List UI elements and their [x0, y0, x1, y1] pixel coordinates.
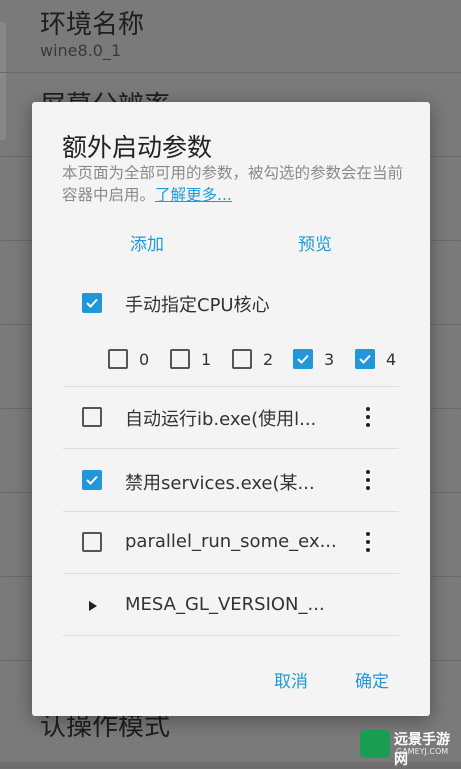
cpu-core-4-checkbox[interactable]	[355, 349, 375, 369]
cpu-core-4-label: 4	[386, 350, 397, 369]
mesa-gl-version-label[interactable]: MESA_GL_VERSION_...	[125, 594, 325, 615]
cpu-core-2-checkbox[interactable]	[232, 349, 252, 369]
cpu-core-3-label: 3	[324, 350, 335, 369]
extra-launch-params-dialog: 额外启动参数 本页面为全部可用的参数，被勾选的参数会在当前容器中启用。了解更多.…	[32, 102, 430, 716]
more-vert-icon[interactable]	[360, 405, 376, 429]
expand-arrow-icon[interactable]	[89, 601, 97, 611]
env-name-title: 环境名称	[40, 10, 145, 40]
more-vert-icon[interactable]	[360, 468, 376, 492]
option-disable-services-checkbox[interactable]	[82, 470, 102, 490]
watermark: 远景手游网 GAMEYJ.COM	[360, 727, 460, 768]
cpu-core-0-checkbox[interactable]	[108, 349, 128, 369]
more-vert-icon[interactable]	[360, 530, 376, 554]
learn-more-link[interactable]: 了解更多...	[155, 186, 232, 204]
divider	[63, 386, 399, 387]
option-disable-services-label: 禁用services.exe(某...	[125, 473, 315, 494]
cpu-core-0-label: 0	[139, 350, 150, 369]
divider	[63, 448, 399, 449]
watermark-url: GAMEYJ.COM	[396, 747, 449, 756]
cpu-core-1-label: 1	[201, 350, 212, 369]
cancel-button[interactable]: 取消	[274, 667, 308, 692]
dialog-title: 额外启动参数	[62, 133, 213, 162]
page-edge-handle	[0, 22, 6, 140]
cpu-core-3-checkbox[interactable]	[293, 349, 313, 369]
option-autorun-ib-checkbox[interactable]	[82, 407, 102, 427]
divider	[63, 511, 399, 512]
description-text: 本页面为全部可用的参数，被勾选的参数会在当前容器中启用。	[62, 164, 404, 204]
ok-button[interactable]: 确定	[355, 667, 389, 692]
add-button[interactable]: 添加	[130, 230, 164, 255]
divider	[63, 635, 399, 636]
option-autorun-ib-label: 自动运行ib.exe(使用l...	[125, 409, 317, 430]
divider	[63, 573, 399, 574]
option-parallel-run-label: parallel_run_some_ex...	[125, 531, 337, 552]
cpu-core-1-checkbox[interactable]	[170, 349, 190, 369]
cpu-option-checkbox[interactable]	[82, 293, 102, 313]
dialog-description: 本页面为全部可用的参数，被勾选的参数会在当前容器中启用。了解更多...	[62, 162, 412, 206]
env-name-value: wine8.0_1	[40, 41, 122, 60]
cpu-core-2-label: 2	[263, 350, 274, 369]
watermark-logo	[360, 730, 390, 758]
option-parallel-run-checkbox[interactable]	[82, 532, 102, 552]
cpu-option-label: 手动指定CPU核心	[125, 295, 270, 316]
divider	[0, 72, 461, 73]
preview-button[interactable]: 预览	[298, 230, 332, 255]
